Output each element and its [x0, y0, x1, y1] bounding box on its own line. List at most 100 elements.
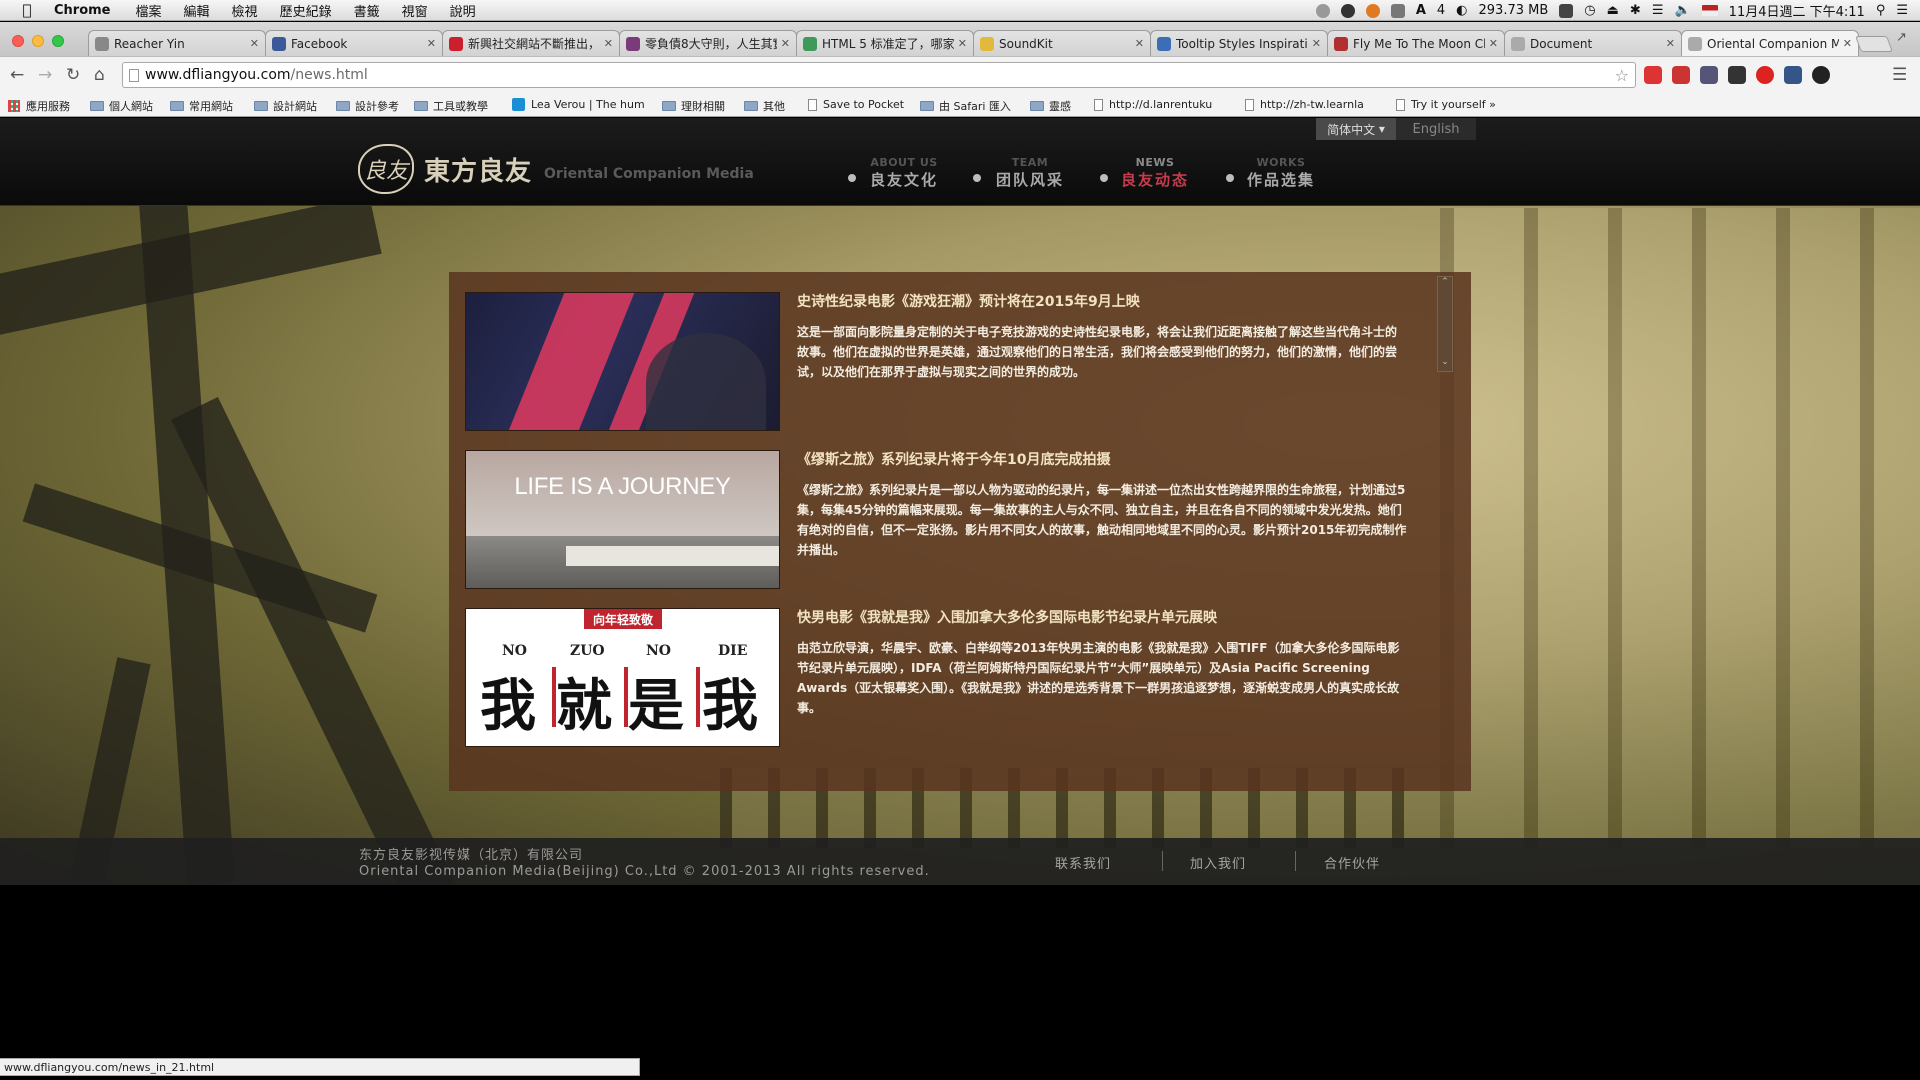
menu-help[interactable]: 說明 [450, 1, 476, 20]
firefox-icon[interactable] [1365, 3, 1380, 18]
bookmark-star-icon[interactable]: ☆ [1615, 66, 1629, 85]
tab-active[interactable]: Oriental Companion Me ✕ [1681, 30, 1859, 56]
eject-icon[interactable]: ⏏ [1607, 3, 1619, 18]
bookmark-item[interactable]: 設計參考 [336, 98, 399, 114]
tab[interactable]: Reacher Yin ✕ [88, 30, 266, 56]
bookmark-item[interactable]: 理財相關 [662, 98, 725, 114]
flag-icon[interactable] [1701, 5, 1718, 16]
tab[interactable]: Tooltip Styles Inspiratio ✕ [1150, 30, 1328, 56]
site-logo[interactable]: 良友 東方良友 Oriental Companion Media [358, 144, 754, 194]
address-bar[interactable]: www.dfliangyou.com/news.html ☆ [122, 62, 1636, 88]
volume-icon[interactable]: 🔈 [1674, 3, 1690, 18]
eyedropper-icon[interactable] [1700, 66, 1718, 84]
fullscreen-icon[interactable]: ↗ [1896, 30, 1907, 45]
lang-simplified-chinese[interactable]: 简体中文 ▾ [1316, 118, 1396, 140]
new-tab-button[interactable] [1855, 36, 1893, 52]
app-menu-chrome[interactable]: Chrome [54, 3, 111, 18]
spotlight-icon[interactable]: ⚲ [1876, 3, 1886, 18]
colorzilla-icon[interactable] [1784, 66, 1802, 84]
close-window-button[interactable] [12, 35, 24, 47]
bookmark-item[interactable]: Lea Verou | The hum [512, 98, 645, 111]
bluetooth-icon[interactable]: ✱ [1630, 3, 1641, 18]
bookmark-item[interactable]: 應用服務 [8, 98, 70, 114]
news-title[interactable]: 史诗性纪录电影《游戏狂潮》预计将在2015年9月上映 [797, 292, 1407, 312]
menu-window[interactable]: 視窗 [402, 1, 428, 20]
news-title[interactable]: 快男电影《我就是我》入围加拿大多伦多国际电影节纪录片单元展映 [797, 608, 1407, 628]
extension-icon[interactable] [1728, 66, 1746, 84]
bookmark-item[interactable]: 設計網站 [254, 98, 317, 114]
footer-contact-link[interactable]: 联系我们 [1055, 853, 1111, 872]
notification-icon[interactable] [1315, 3, 1330, 18]
close-tab-icon[interactable]: ✕ [1843, 37, 1852, 50]
tab[interactable]: SoundKit ✕ [973, 30, 1151, 56]
bookmark-item[interactable]: http://d.lanrentuku [1094, 98, 1212, 111]
apple-icon[interactable]:  [18, 1, 36, 19]
bookmark-item[interactable]: 常用網站 [170, 98, 233, 114]
news-thumbnail-poster[interactable]: 向年轻致敬 NO ZUO NO DIE 我 就 是 我 [465, 608, 780, 747]
back-icon[interactable]: ← [10, 65, 24, 85]
tab[interactable]: 新興社交網站不斷推出， ✕ [442, 30, 620, 56]
menu-bookmarks[interactable]: 書籤 [354, 1, 380, 20]
adblock-icon[interactable] [1756, 66, 1774, 84]
chrome-menu-icon[interactable]: ☰ [1892, 65, 1907, 85]
close-tab-icon[interactable]: ✕ [250, 37, 259, 50]
bookmark-item[interactable]: 由 Safari 匯入 [920, 98, 1011, 114]
news-title[interactable]: 《缪斯之旅》系列纪录片将于今年10月底完成拍摄 [797, 450, 1407, 470]
clock[interactable]: 11月4日週二 下午4:11 [1729, 1, 1865, 20]
close-tab-icon[interactable]: ✕ [1666, 37, 1675, 50]
close-tab-icon[interactable]: ✕ [1135, 37, 1144, 50]
tab[interactable]: 零負債8大守則，人生其實 ✕ [619, 30, 797, 56]
tab[interactable]: Document ✕ [1504, 30, 1682, 56]
notification-center-icon[interactable]: ☰ [1896, 3, 1908, 18]
home-icon[interactable]: ⌂ [94, 65, 105, 85]
bookmark-item[interactable]: 其他 [744, 98, 785, 114]
tab-favicon-icon [95, 36, 109, 51]
close-tab-icon[interactable]: ✕ [781, 37, 790, 50]
display-icon[interactable] [1559, 3, 1574, 18]
close-tab-icon[interactable]: ✕ [1489, 37, 1498, 50]
tab[interactable]: HTML 5 标准定了，哪家… ✕ [796, 30, 974, 56]
menu-file[interactable]: 檔案 [136, 1, 162, 20]
bookmark-item[interactable]: Save to Pocket [808, 98, 904, 111]
news-scrollbar[interactable]: ⌃ ⌄ [1437, 276, 1453, 372]
maximize-window-button[interactable] [52, 35, 64, 47]
apps-grid-icon [8, 100, 20, 112]
close-tab-icon[interactable]: ✕ [604, 37, 613, 50]
close-tab-icon[interactable]: ✕ [427, 37, 436, 50]
nav-about-us[interactable]: ABOUT US 良友文化 [870, 156, 938, 190]
tab[interactable]: Facebook ✕ [265, 30, 443, 56]
nav-news[interactable]: NEWS 良友动态 [1121, 156, 1189, 190]
bookmark-item[interactable]: 工具或教學 [414, 98, 488, 114]
footer-partners-link[interactable]: 合作伙伴 [1324, 853, 1380, 872]
news-thumbnail-esports[interactable] [465, 292, 780, 431]
footer-join-link[interactable]: 加入我们 [1190, 853, 1246, 872]
tab-strip: Reacher Yin ✕ Facebook ✕ 新興社交網站不斷推出， ✕ 零負債8大守則… [0, 22, 1920, 56]
lang-english[interactable]: English [1396, 118, 1476, 140]
minimize-window-button[interactable] [32, 35, 44, 47]
bookmark-item[interactable]: 靈感 [1030, 98, 1071, 114]
chat-icon[interactable] [1340, 3, 1355, 18]
time-machine-icon[interactable]: ◷ [1584, 3, 1595, 18]
camera-icon[interactable] [1390, 3, 1405, 18]
adobe-icon[interactable]: A [1416, 3, 1426, 18]
menu-history[interactable]: 歷史紀錄 [280, 1, 332, 20]
scroll-up-icon[interactable]: ⌃ [1440, 277, 1450, 287]
close-tab-icon[interactable]: ✕ [1312, 37, 1321, 50]
bookmark-extension-icon[interactable] [1672, 66, 1690, 84]
tab[interactable]: Fly Me To The Moon Cl ✕ [1327, 30, 1505, 56]
bookmark-item[interactable]: http://zh-tw.learnla [1245, 98, 1364, 111]
bookmark-item[interactable]: Try it yourself » [1396, 98, 1496, 111]
gmail-icon[interactable] [1644, 66, 1662, 84]
nav-works[interactable]: WORKS 作品选集 [1247, 156, 1315, 190]
nav-team[interactable]: TEAM 团队风采 [996, 156, 1064, 190]
forward-icon[interactable]: → [38, 65, 52, 85]
scroll-down-icon[interactable]: ⌄ [1440, 357, 1450, 367]
menu-view[interactable]: 檢視 [232, 1, 258, 20]
menu-edit[interactable]: 編輯 [184, 1, 210, 20]
wifi-icon[interactable]: ☰ [1652, 3, 1664, 18]
bookmark-item[interactable]: 個人網站 [90, 98, 153, 114]
news-thumbnail-journey[interactable]: LIFE IS A JOURNEY [465, 450, 780, 589]
pocket-icon[interactable] [1812, 66, 1830, 84]
reload-icon[interactable]: ↻ [66, 65, 80, 85]
close-tab-icon[interactable]: ✕ [958, 37, 967, 50]
